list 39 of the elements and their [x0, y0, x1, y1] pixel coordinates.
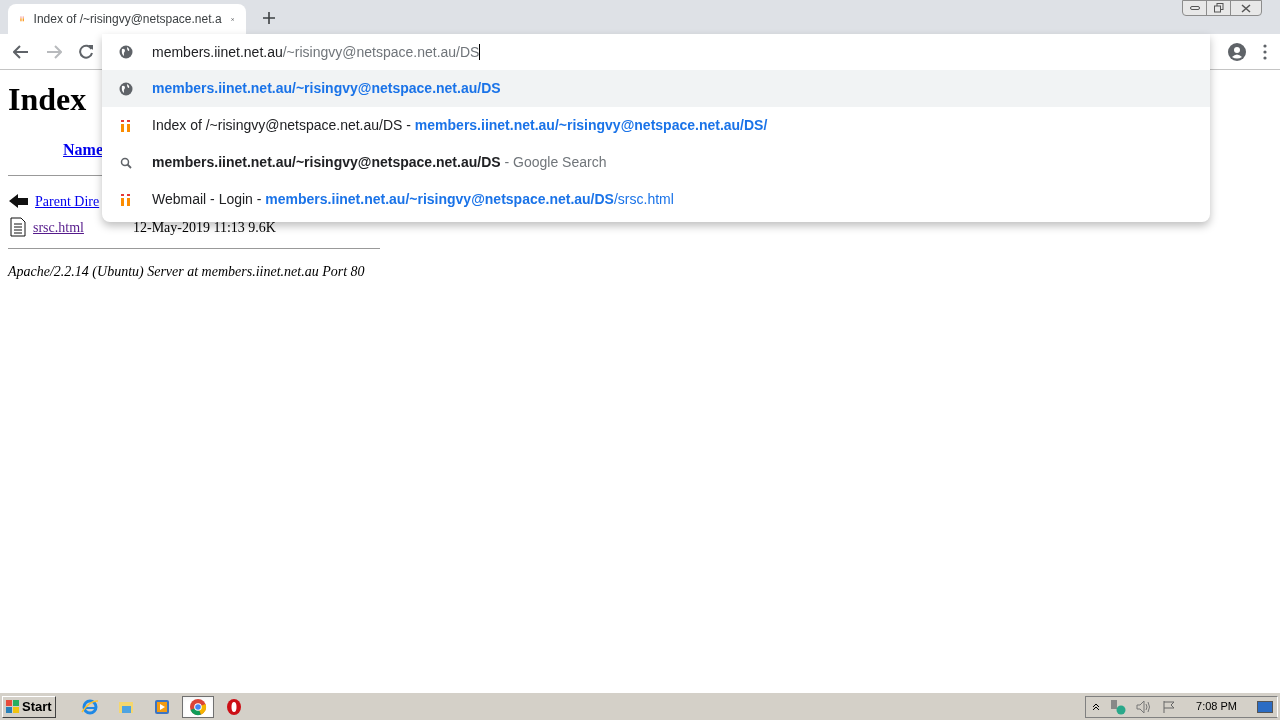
server-address: Apache/2.2.14 (Ubuntu) Server at members.iinet.net.au Port 80	[8, 263, 365, 281]
suggestion-text: members.iinet.net.au/~risingvy@netspace.net.au/DS - Google Search	[152, 154, 607, 170]
address-field[interactable]: members.iinet.net.au/~risingvy@netspace.net.au/DS	[102, 34, 1210, 70]
suggestion-item[interactable]: members.iinet.net.au/~risingvy@netspace.net.au/DS	[102, 70, 1210, 107]
new-tab-icon[interactable]	[263, 12, 275, 24]
page-heading: Index	[8, 80, 87, 118]
suggestion-text: Index of /~risingvy@netspace.net.au/DS - members.iinet.net.au/~risingvy@netspace.net.au/DS/	[152, 117, 768, 133]
column-header-link[interactable]: Name	[63, 138, 103, 162]
favicon-icon	[120, 192, 132, 207]
show-desktop-icon[interactable]	[1257, 700, 1273, 713]
suggestion-item[interactable]: members.iinet.net.au/~risingvy@netspace.net.au/DS - Google Search	[102, 144, 1210, 181]
browser-icon[interactable]	[181, 695, 214, 718]
file-info: 12-May-2019 11:13 9.6K	[133, 218, 276, 237]
document-icon	[8, 217, 28, 237]
browser-tab[interactable]: Index of /~risingvy@netspace.net.a	[8, 4, 246, 34]
reload-icon[interactable]	[79, 44, 94, 59]
start-button[interactable]: Start	[2, 695, 56, 718]
suggestion-text: Webmail - Login - members.iinet.net.au/~risingvy@netspace.net.au/DS/srsc.html	[152, 191, 674, 207]
windows-logo-icon	[6, 699, 20, 714]
clock[interactable]: 7:08 PM	[1196, 698, 1237, 715]
file-link[interactable]: srsc.html	[33, 216, 133, 238]
globe-icon	[119, 81, 133, 96]
speaker-icon[interactable]	[1136, 699, 1153, 714]
suggestion-item[interactable]: Webmail - Login - members.iinet.net.au/~risingvy@netspace.net.au/DS/srsc.html	[102, 181, 1210, 218]
chevron-up-icon[interactable]	[1092, 702, 1101, 711]
search-icon	[120, 156, 132, 169]
menu-icon[interactable]	[1263, 43, 1267, 60]
favicon-icon	[120, 118, 132, 133]
flag-icon[interactable]	[1162, 699, 1177, 714]
restore-icon	[1213, 3, 1224, 13]
globe-icon	[119, 45, 133, 59]
account-icon[interactable]	[1228, 42, 1246, 61]
address-text: members.iinet.net.au/~risingvy@netspace.net.au/DS	[152, 42, 480, 62]
back-icon[interactable]	[13, 44, 29, 59]
back-arrow-icon	[8, 192, 30, 210]
suggestion-text: members.iinet.net.au/~risingvy@netspace.net.au/DS	[152, 80, 501, 96]
suggestion-item[interactable]: Index of /~risingvy@netspace.net.au/DS - members.iinet.net.au/~risingvy@netspace.net.au/DS/	[102, 107, 1210, 144]
close-icon	[1241, 3, 1251, 13]
tab-title: Index of /~risingvy@netspace.net.a	[33, 11, 222, 28]
